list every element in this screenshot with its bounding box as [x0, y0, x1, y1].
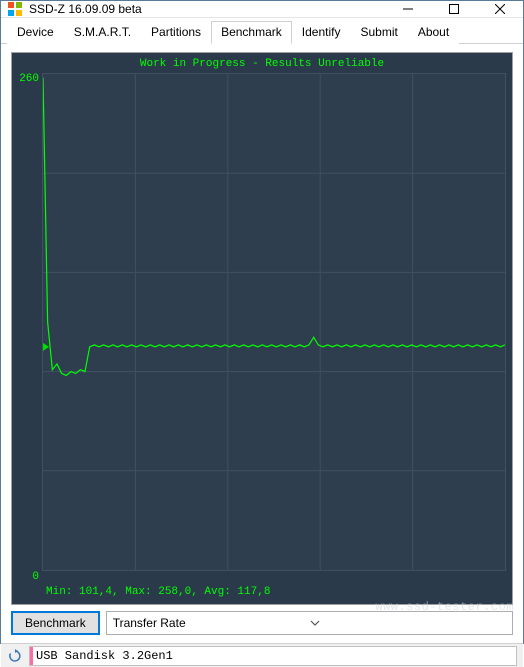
tab-benchmark[interactable]: Benchmark [211, 21, 292, 44]
chart-frame: Work in Progress - Results Unreliable 26… [11, 52, 513, 605]
status-bar: USB Sandisk 3.2Gen1 [1, 643, 523, 667]
minimize-button[interactable] [385, 1, 431, 17]
app-icon [7, 1, 23, 17]
test-type-dropdown[interactable]: Transfer Rate [106, 611, 513, 635]
chart-title: Work in Progress - Results Unreliable [18, 57, 506, 73]
tab-device[interactable]: Device [7, 21, 64, 44]
dropdown-value: Transfer Rate [113, 616, 311, 630]
tab-smart[interactable]: S.M.A.R.T. [64, 21, 141, 44]
maximize-button[interactable] [431, 1, 477, 17]
benchmark-button[interactable]: Benchmark [11, 611, 100, 635]
window-title: SSD-Z 16.09.09 beta [29, 2, 385, 16]
titlebar: SSD-Z 16.09.09 beta [1, 1, 523, 18]
chevron-down-icon [310, 618, 508, 629]
chart-stats: Min: 101,4, Max: 258,0, Avg: 117,8 [18, 583, 506, 599]
tab-submit[interactable]: Submit [350, 21, 407, 44]
tab-partitions[interactable]: Partitions [141, 21, 211, 44]
tab-identify[interactable]: Identify [292, 21, 351, 44]
close-button[interactable] [477, 1, 523, 17]
refresh-icon[interactable] [7, 648, 23, 664]
device-field[interactable]: USB Sandisk 3.2Gen1 [29, 646, 517, 666]
benchmark-plot [42, 73, 506, 571]
app-window: SSD-Z 16.09.09 beta Device S.M.A.R.T. Pa… [0, 0, 524, 644]
tab-about[interactable]: About [408, 21, 459, 44]
window-buttons [385, 1, 523, 17]
content-area: Work in Progress - Results Unreliable 26… [1, 44, 523, 643]
controls-row: Benchmark Transfer Rate [11, 611, 513, 635]
device-name: USB Sandisk 3.2Gen1 [36, 649, 173, 663]
tab-bar: Device S.M.A.R.T. Partitions Benchmark I… [1, 18, 523, 44]
y-axis-max: 260 [18, 73, 42, 571]
y-axis-min: 0 [18, 571, 42, 583]
